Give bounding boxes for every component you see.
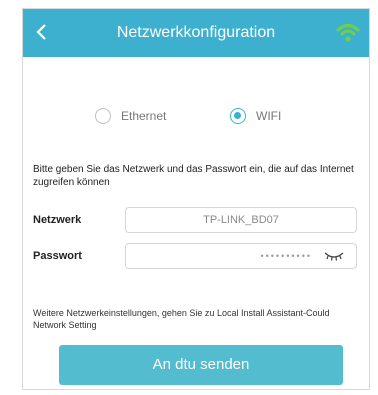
wifi-radio[interactable]: WIFI (230, 101, 281, 131)
eye-closed-icon[interactable] (324, 250, 344, 262)
page-title: Netzwerkkonfiguration (116, 24, 276, 41)
wifi-label: WIFI (256, 109, 282, 123)
radio-circle (230, 108, 246, 124)
radio-circle (95, 108, 111, 124)
instructions-text: Bitte geben Sie das Netzwerk und das Pas… (33, 164, 354, 188)
network-label: Netzwerk (33, 214, 82, 226)
send-button[interactable]: An dtu senden (59, 345, 343, 385)
ethernet-radio[interactable]: Ethernet (95, 101, 166, 131)
password-input[interactable]: •••••••••• (125, 243, 357, 269)
ethernet-label: Ethernet (121, 109, 167, 123)
wifi-signal-icon (336, 24, 360, 42)
chevron-left-icon (36, 24, 46, 40)
password-value: •••••••••• (260, 251, 312, 261)
back-button[interactable] (27, 15, 55, 49)
app-header: Netzwerkkonfiguration (23, 9, 369, 57)
password-row: Passwort •••••••••• (33, 243, 359, 269)
password-label: Passwort (33, 250, 82, 262)
connection-type-group: Ethernet WIFI (23, 101, 369, 131)
network-row: Netzwerk TP-LINK_BD07 (33, 207, 359, 233)
network-input[interactable]: TP-LINK_BD07 (125, 207, 357, 233)
app-screen: Netzwerkkonfiguration Ethernet WIFI Bitt… (22, 8, 370, 390)
more-settings-text: Weitere Netzwerkeinstellungen, gehen Sie… (33, 308, 330, 330)
